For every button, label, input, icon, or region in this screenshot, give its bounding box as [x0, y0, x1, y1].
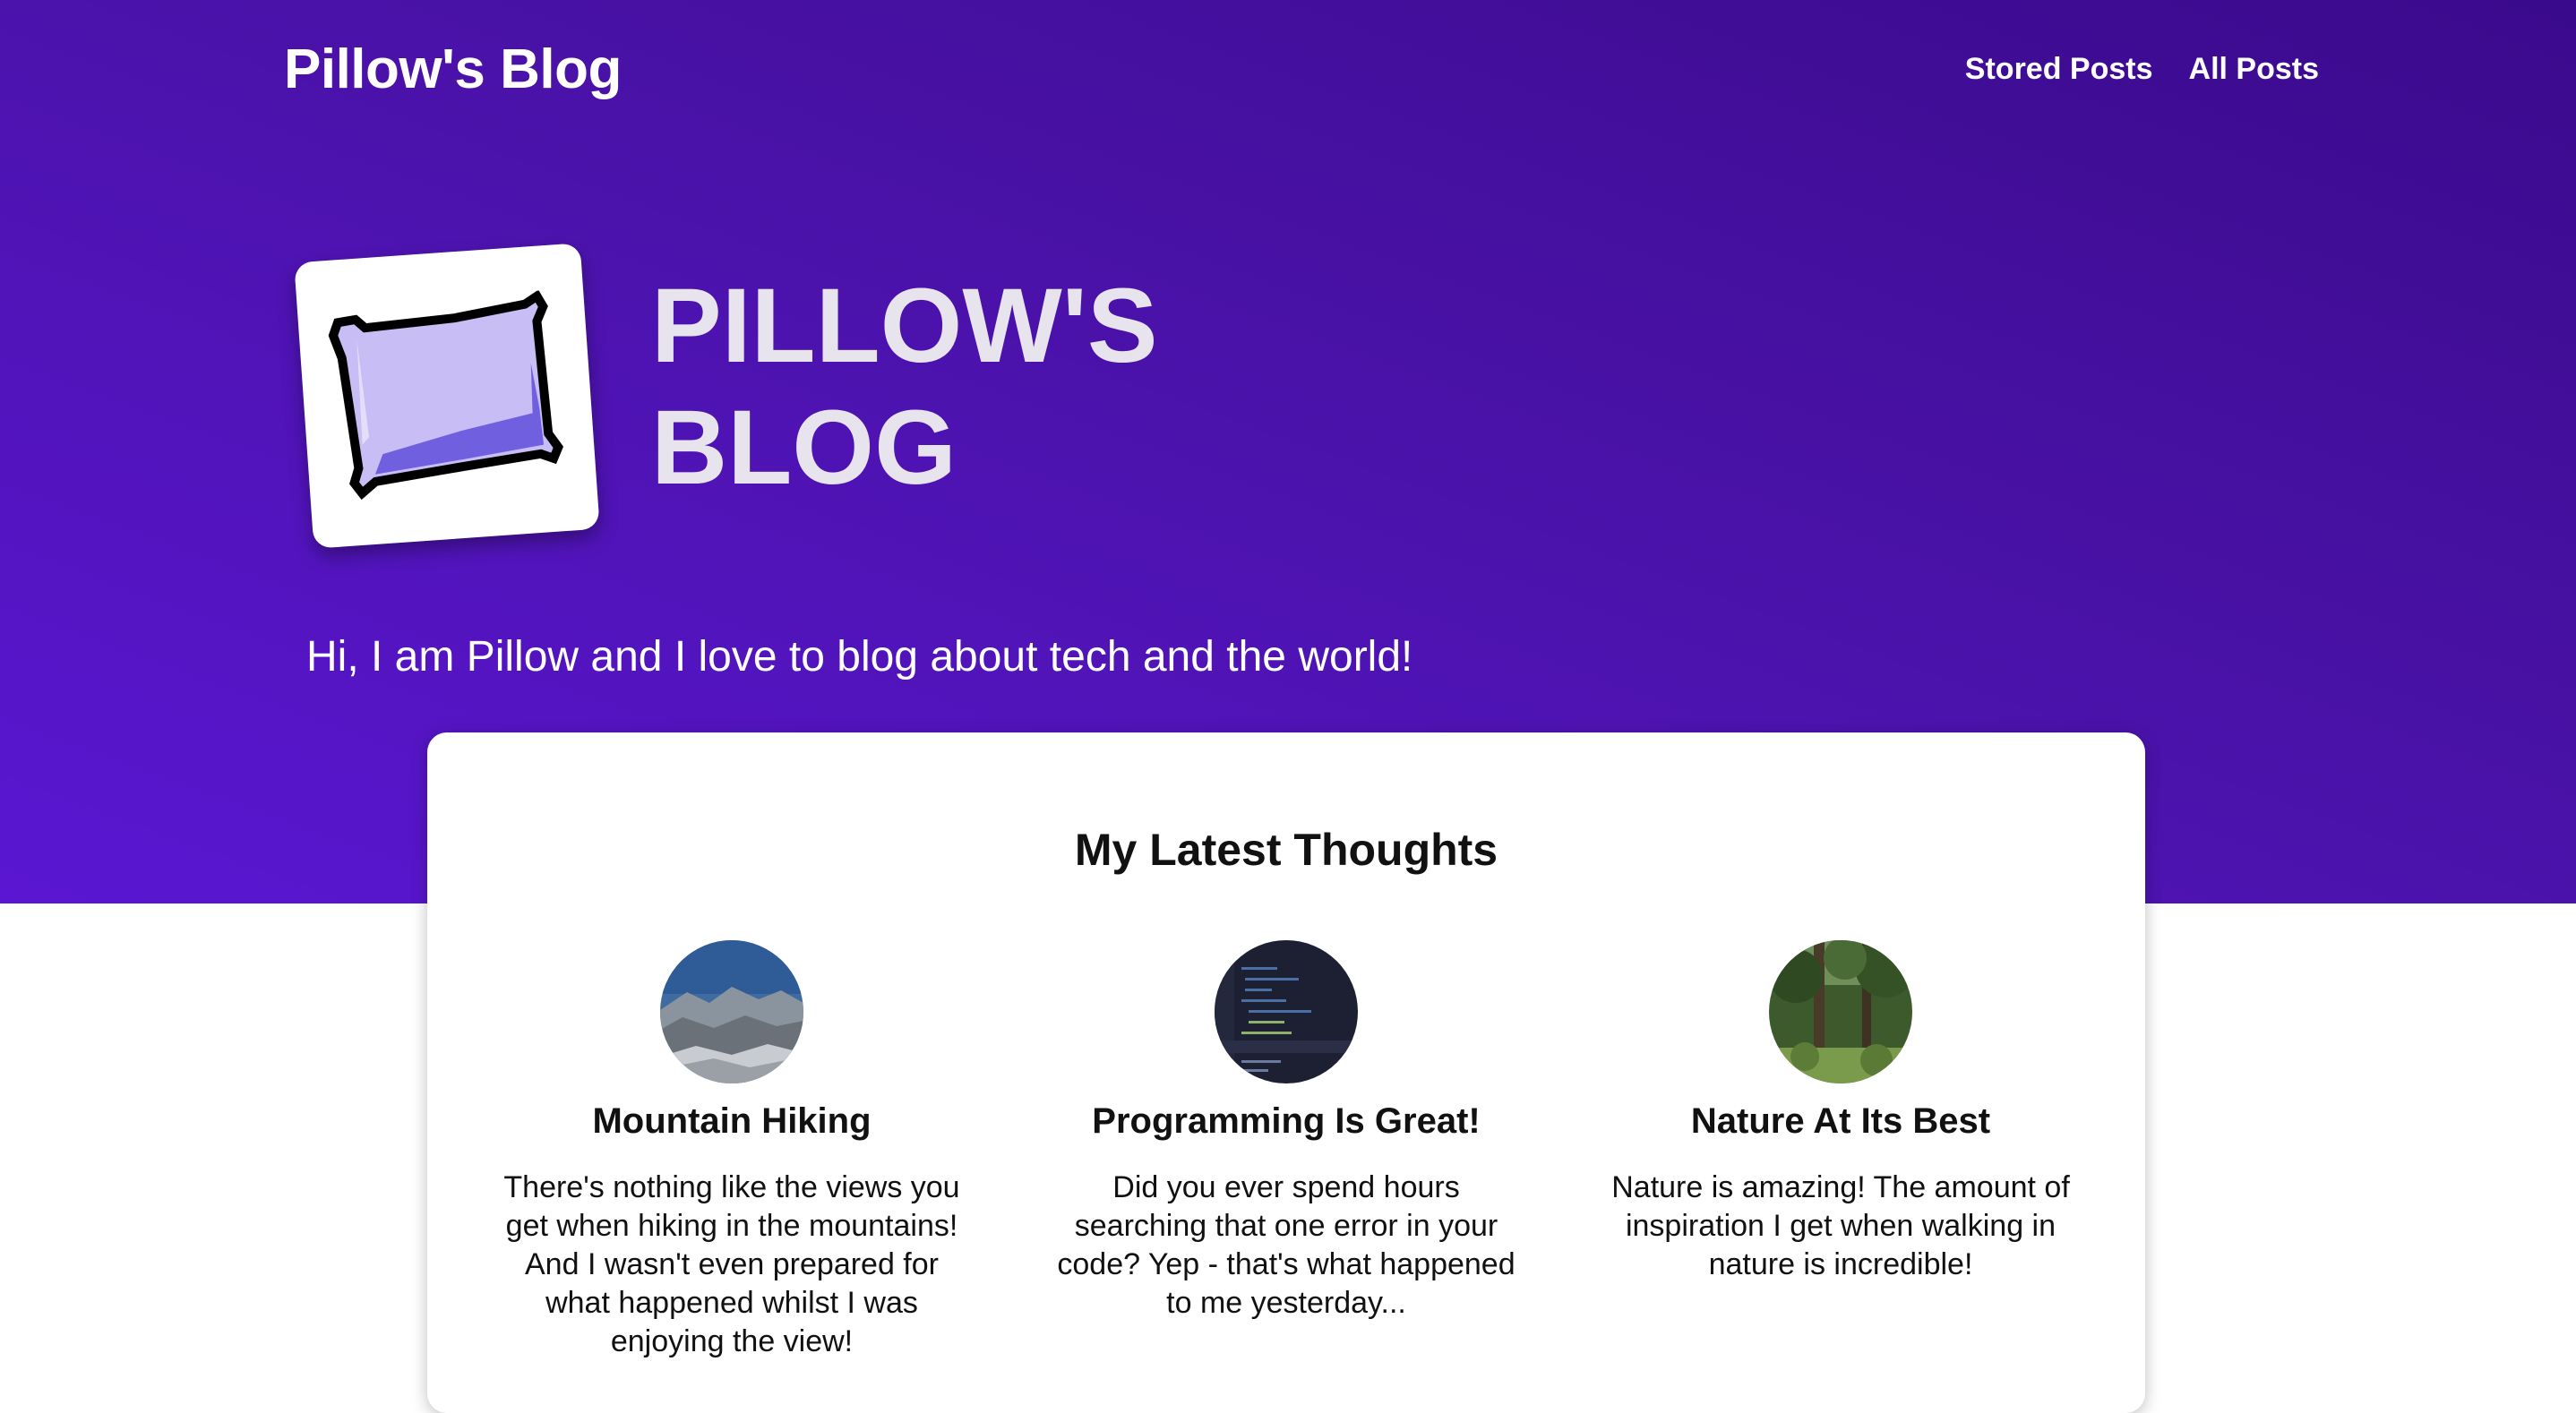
post-excerpt: Nature is amazing! The amount of inspira…: [1611, 1170, 2070, 1281]
post-excerpt: There's nothing like the views you get w…: [503, 1170, 960, 1358]
post-item-nature[interactable]: Nature At Its Best Nature is amazing! Th…: [1608, 940, 2074, 1361]
blog-logo: [294, 243, 600, 549]
pixel-pillow-icon: [328, 289, 564, 501]
site-title[interactable]: Pillow's Blog: [284, 38, 622, 101]
nav-link-stored-posts[interactable]: Stored Posts: [1965, 52, 2153, 87]
post-item-programming[interactable]: Programming Is Great! Did you ever spend…: [1053, 940, 1519, 1361]
post-title[interactable]: Programming Is Great!: [1053, 1101, 1519, 1142]
main-nav: Stored Posts All Posts: [1965, 52, 2319, 87]
code-editor-photo: [1215, 940, 1358, 1083]
hero-tagline: Hi, I am Pillow and I love to blog about…: [306, 633, 1413, 681]
post-title[interactable]: Nature At Its Best: [1608, 1101, 2074, 1142]
post-item-mountain-hiking[interactable]: Mountain Hiking There's nothing like the…: [499, 940, 965, 1361]
nav-item-all-posts: All Posts: [2189, 52, 2319, 87]
nav-item-stored-posts: Stored Posts: [1965, 52, 2153, 87]
nav-link-all-posts[interactable]: All Posts: [2189, 52, 2319, 87]
forest-photo: [1769, 940, 1912, 1083]
hero-title: PILLOW'S BLOG: [651, 267, 1158, 507]
latest-posts-card: My Latest Thoughts Mountain Hiking There…: [427, 732, 2145, 1413]
post-excerpt: Did you ever spend hours searching that …: [1057, 1170, 1516, 1320]
latest-posts-heading: My Latest Thoughts: [1074, 825, 1498, 875]
mountain-photo: [660, 940, 803, 1083]
post-list: Mountain Hiking There's nothing like the…: [499, 940, 2074, 1361]
post-title[interactable]: Mountain Hiking: [499, 1101, 965, 1142]
